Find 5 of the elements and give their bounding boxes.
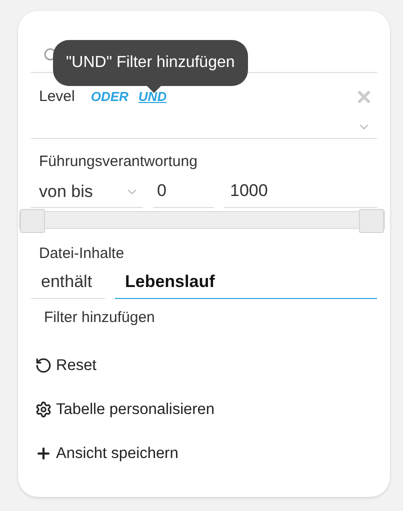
filter-label: Datei-Inhalte — [38, 244, 126, 264]
operator-label: enthält — [31, 269, 105, 299]
tooltip: "UND" Filter hinzufügen — [53, 40, 248, 86]
filter-label: Level — [39, 86, 75, 107]
filter-label: Führungsverantwortung — [38, 152, 198, 172]
